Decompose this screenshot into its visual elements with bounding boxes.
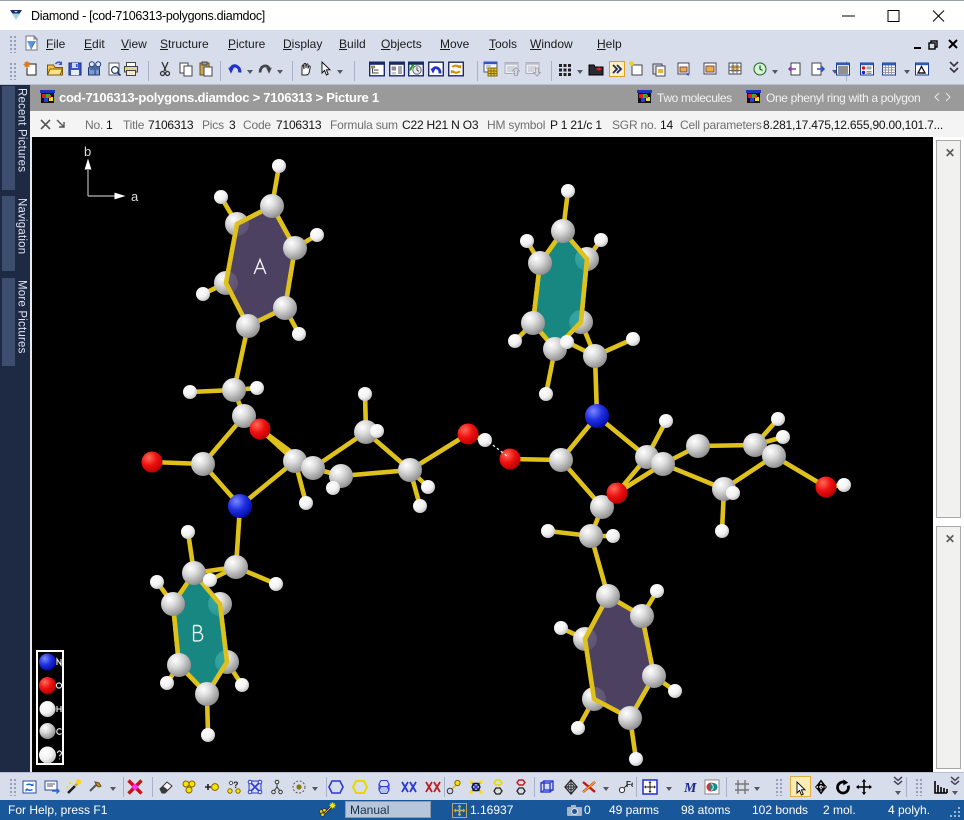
svg-text:b: b: [84, 144, 91, 159]
svg-text:Fe: Fe: [626, 780, 633, 789]
svg-text:M: M: [683, 781, 697, 795]
svg-text:?: ?: [233, 780, 239, 790]
svg-text:a: a: [131, 189, 139, 204]
